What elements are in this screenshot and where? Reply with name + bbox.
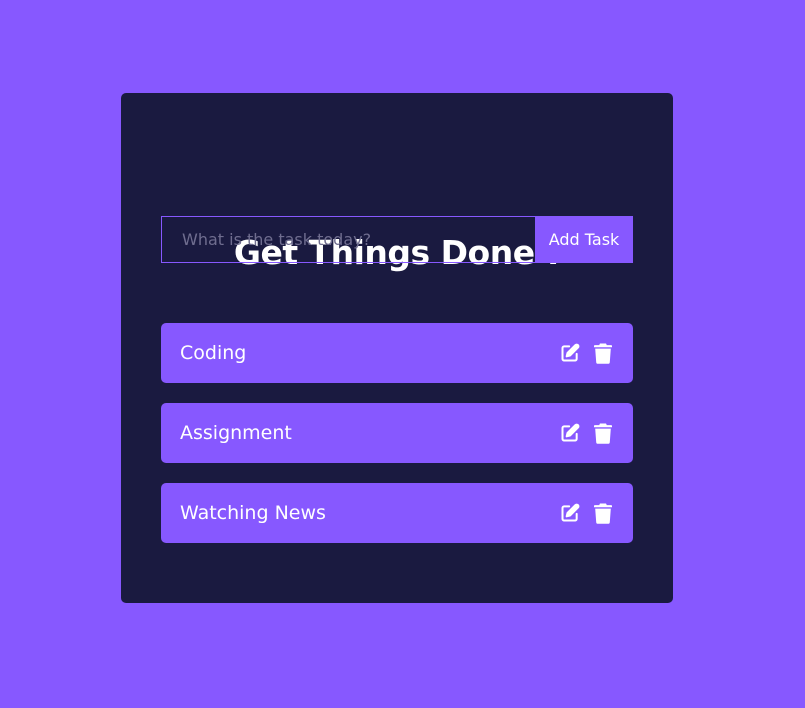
trash-icon[interactable] bbox=[592, 502, 614, 524]
todo-actions bbox=[559, 342, 614, 364]
task-input[interactable] bbox=[161, 216, 535, 263]
todo-item[interactable]: Assignment bbox=[161, 403, 633, 463]
trash-icon[interactable] bbox=[592, 422, 614, 444]
todo-label[interactable]: Assignment bbox=[180, 422, 292, 444]
todo-card: Get Things Done ! Add Task Coding bbox=[121, 93, 673, 603]
add-task-button[interactable]: Add Task bbox=[535, 216, 633, 263]
todo-label[interactable]: Watching News bbox=[180, 502, 326, 524]
todo-actions bbox=[559, 502, 614, 524]
edit-icon[interactable] bbox=[559, 342, 581, 364]
task-form: Add Task bbox=[161, 216, 633, 263]
todo-actions bbox=[559, 422, 614, 444]
todo-list: Coding Assignment Watching News bbox=[161, 323, 633, 563]
todo-item[interactable]: Coding bbox=[161, 323, 633, 383]
edit-icon[interactable] bbox=[559, 502, 581, 524]
trash-icon[interactable] bbox=[592, 342, 614, 364]
todo-label[interactable]: Coding bbox=[180, 342, 246, 364]
todo-item[interactable]: Watching News bbox=[161, 483, 633, 543]
edit-icon[interactable] bbox=[559, 422, 581, 444]
